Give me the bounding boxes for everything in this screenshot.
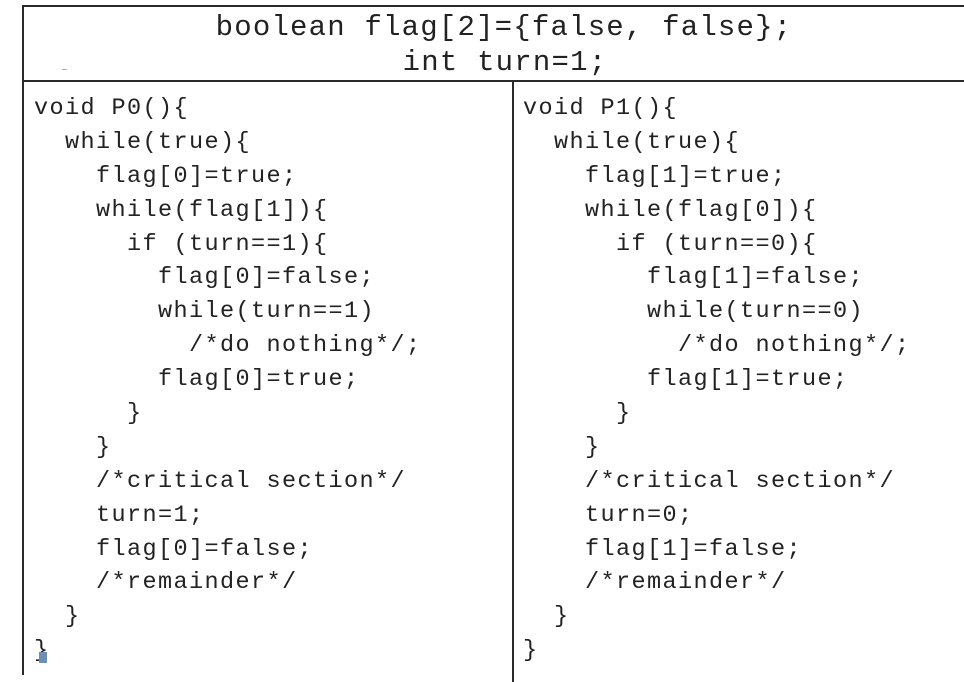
code-line: flag[0]=true;	[34, 366, 360, 394]
code-line: while(true){	[523, 128, 741, 156]
code-line: while(turn==1)	[34, 298, 376, 326]
code-line: if (turn==0){	[523, 230, 818, 258]
code-line: }	[523, 603, 570, 631]
code-line: if (turn==1){	[34, 230, 329, 258]
code-line: flag[0]=true;	[34, 162, 298, 190]
process-p0-code: void P0(){ while(true){ flag[0]=true; wh…	[34, 92, 422, 668]
code-line: /*critical section*/	[34, 467, 407, 495]
code-line: flag[0]=false;	[34, 535, 314, 563]
code-line: while(flag[0]){	[523, 196, 818, 224]
code-line: }	[34, 637, 50, 665]
code-line: }	[34, 400, 143, 428]
turn-declaration: int turn=1;	[402, 46, 608, 79]
code-table: boolean flag[2]={false, false}; int turn…	[22, 5, 964, 682]
scan-artifact	[62, 69, 67, 70]
code-line: turn=0;	[523, 501, 694, 529]
code-line: /*critical section*/	[523, 467, 896, 495]
code-line: void P0(){	[34, 95, 190, 122]
code-line: /*do nothing*/;	[34, 332, 422, 360]
process-p1-code: void P1(){ while(true){ flag[1]=true; wh…	[523, 92, 911, 668]
column-divider	[512, 82, 514, 682]
code-line: }	[523, 400, 632, 428]
code-line: flag[1]=false;	[523, 264, 865, 292]
code-line: }	[523, 637, 539, 665]
code-line: flag[1]=true;	[523, 366, 849, 394]
code-line: /*do nothing*/;	[523, 332, 911, 360]
code-line: }	[523, 433, 601, 461]
code-line: turn=1;	[34, 501, 205, 529]
code-line: }	[34, 603, 81, 631]
code-line: flag[1]=false;	[523, 535, 803, 563]
code-line: /*remainder*/	[34, 569, 298, 597]
code-line: while(turn==0)	[523, 298, 865, 326]
code-line: void P1(){	[523, 95, 679, 122]
code-line: while(flag[1]){	[34, 196, 329, 224]
code-line: flag[1]=true;	[523, 162, 787, 190]
code-line: /*remainder*/	[523, 569, 787, 597]
code-line: }	[34, 433, 112, 461]
cursor-marker	[39, 652, 47, 663]
code-line: while(true){	[34, 128, 252, 156]
shared-variables-header: boolean flag[2]={false, false}; int turn…	[24, 7, 964, 82]
code-line: flag[0]=false;	[34, 264, 376, 292]
flag-declaration: boolean flag[2]={false, false};	[215, 11, 793, 44]
